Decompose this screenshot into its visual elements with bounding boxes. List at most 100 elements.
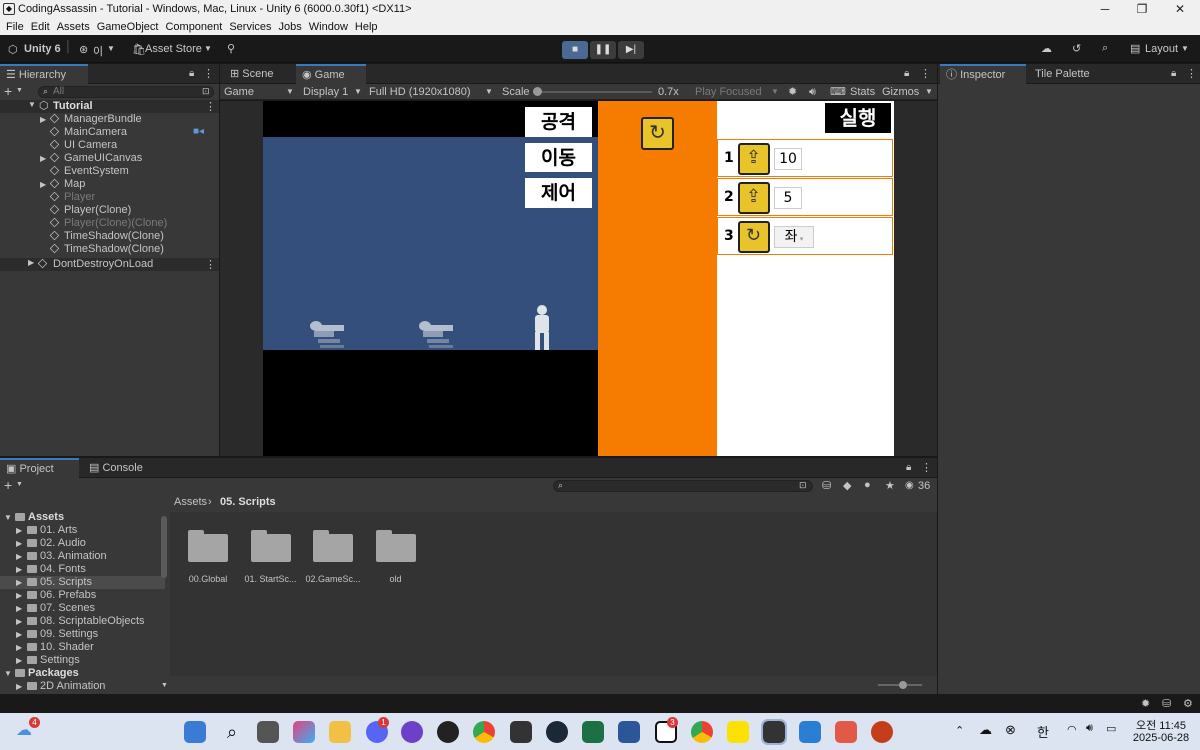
lock-icon[interactable]: 🔒︎ bbox=[189, 68, 194, 79]
history-icon[interactable]: ↺ bbox=[1072, 42, 1081, 55]
kakaotalk-icon[interactable] bbox=[727, 721, 749, 743]
project-tree-item[interactable]: ▶ 08. ScriptableObjects bbox=[0, 615, 165, 628]
folder-icon[interactable] bbox=[250, 530, 291, 564]
folder-icon[interactable] bbox=[313, 530, 353, 564]
chevron-right-icon[interactable]: ▶ bbox=[28, 258, 34, 267]
menu-window[interactable]: Window bbox=[309, 19, 348, 35]
favorite-icon[interactable]: ★ bbox=[885, 479, 895, 492]
turn-command-icon[interactable]: ↻ bbox=[641, 117, 674, 150]
hierarchy-item[interactable]: ▶ GameUICanvas bbox=[0, 152, 219, 165]
project-tree-item[interactable]: ▶ 03. Animation bbox=[0, 550, 165, 563]
add-icon[interactable]: + bbox=[4, 478, 12, 492]
run-button[interactable]: 실행 bbox=[825, 103, 891, 133]
dontdestroy-row[interactable]: ▶ DontDestroyOnLoad ⋮ bbox=[0, 258, 219, 271]
project-tree-item[interactable]: ▶ 06. Prefabs bbox=[0, 589, 165, 602]
chevron-right-icon[interactable]: ▶ bbox=[16, 602, 22, 615]
project-tree-item[interactable]: ▶ 05. Scripts bbox=[0, 576, 165, 589]
more-icon[interactable]: ⋮ bbox=[920, 67, 931, 80]
more-icon[interactable]: ⋮ bbox=[205, 100, 216, 113]
folder-icon[interactable] bbox=[188, 530, 228, 564]
folder-name[interactable]: 02.GameSc... bbox=[298, 574, 368, 584]
search-filter-icon[interactable]: ⊡ bbox=[799, 480, 807, 491]
lock-icon[interactable]: 🔒︎ bbox=[904, 68, 909, 79]
slot-value-input[interactable]: 10 bbox=[774, 148, 802, 170]
hierarchy-search-input[interactable]: ⌕ All ⊡ bbox=[38, 86, 214, 98]
project-tree-item[interactable]: ▶ 09. Settings bbox=[0, 628, 165, 641]
hierarchy-item[interactable]: ▶ Map bbox=[0, 178, 219, 191]
chevron-right-icon[interactable]: ▶ bbox=[40, 152, 46, 165]
search-icon[interactable]: ⌕ bbox=[221, 721, 243, 743]
hierarchy-item[interactable]: UI Camera bbox=[0, 139, 219, 152]
account-dropdown[interactable]: 이 bbox=[93, 43, 103, 59]
layout-dropdown[interactable]: Layout bbox=[1145, 43, 1178, 55]
hierarchy-item[interactable]: TimeShadow(Clone) bbox=[0, 230, 219, 243]
chevron-down-icon[interactable]: ▼ bbox=[4, 511, 12, 524]
project-search-input[interactable]: ⌕ ⊡ bbox=[553, 480, 813, 492]
game-mode-dropdown[interactable]: Game bbox=[224, 85, 254, 99]
chevron-right-icon[interactable]: ▶ bbox=[16, 615, 22, 628]
chevron-down-icon[interactable]: ▼ bbox=[161, 682, 168, 689]
menu-file[interactable]: File bbox=[6, 19, 24, 35]
gizmos-button[interactable]: Gizmos bbox=[882, 85, 919, 99]
hierarchy-item[interactable]: EventSystem bbox=[0, 165, 219, 178]
scale-slider-handle[interactable] bbox=[533, 87, 542, 96]
menu-jobs[interactable]: Jobs bbox=[279, 19, 302, 35]
chevron-right-icon[interactable]: ▶ bbox=[16, 589, 22, 602]
tab-tile-palette[interactable]: Tile Palette bbox=[1029, 64, 1109, 84]
chevron-right-icon[interactable]: ▶ bbox=[16, 550, 22, 563]
stats-button[interactable]: Stats bbox=[850, 85, 875, 99]
hierarchy-item[interactable]: ▶ ManagerBundle bbox=[0, 113, 219, 126]
asset-store-button[interactable]: Asset Store bbox=[145, 43, 202, 55]
keyboard-icon[interactable]: ⌨ bbox=[830, 85, 846, 99]
add-icon[interactable]: + bbox=[4, 84, 12, 98]
tab-hierarchy[interactable]: ☰ Hierarchy bbox=[0, 64, 88, 84]
project-tree-item[interactable]: ▶ Settings bbox=[0, 654, 165, 667]
chevron-right-icon[interactable]: ▶ bbox=[16, 680, 22, 693]
wifi-icon[interactable]: ◠ bbox=[1067, 723, 1077, 736]
snipping-tool-icon[interactable] bbox=[835, 721, 857, 743]
menu-gameobject[interactable]: GameObject bbox=[97, 19, 159, 35]
chevron-right-icon[interactable]: ▶ bbox=[16, 563, 22, 576]
tab-inspector[interactable]: ⓘ Inspector bbox=[940, 64, 1026, 84]
menu-edit[interactable]: Edit bbox=[31, 19, 50, 35]
unity-hub-icon[interactable] bbox=[510, 721, 532, 743]
folder-icon[interactable] bbox=[375, 530, 416, 564]
chevron-down-icon[interactable]: ▼ bbox=[4, 667, 12, 680]
bug-icon[interactable]: ✹ bbox=[1141, 697, 1150, 710]
task-view-icon[interactable] bbox=[257, 721, 279, 743]
close-button[interactable]: ✕ bbox=[1170, 2, 1190, 16]
command-slot[interactable]: 2 ⇪ 5 bbox=[717, 178, 893, 216]
scene-row[interactable]: ▼ ⬡ Tutorial ⋮ bbox=[0, 100, 219, 113]
tab-console[interactable]: ▤ Console bbox=[83, 458, 153, 478]
hierarchy-item[interactable]: Player(Clone) bbox=[0, 204, 219, 217]
project-tree-item[interactable]: ▼ Packages bbox=[0, 667, 165, 680]
hierarchy-item[interactable]: TimeShadow(Clone) bbox=[0, 243, 219, 256]
project-tree-item[interactable]: ▶ 10. Shader bbox=[0, 641, 165, 654]
hierarchy-item[interactable]: Player bbox=[0, 191, 219, 204]
powerpoint-icon[interactable] bbox=[871, 721, 893, 743]
lock-icon[interactable]: 🔒︎ bbox=[1171, 68, 1176, 79]
icon-size-slider-handle[interactable] bbox=[899, 681, 907, 689]
steam-icon[interactable] bbox=[546, 721, 568, 743]
close-circle-icon[interactable]: ⊗ bbox=[1005, 722, 1016, 738]
bug-icon[interactable]: ✹ bbox=[788, 85, 797, 99]
chrome-icon[interactable] bbox=[473, 721, 495, 743]
step-button[interactable]: ▶| bbox=[618, 41, 644, 59]
notepad-icon[interactable] bbox=[799, 721, 821, 743]
cloud-icon[interactable]: ☁ bbox=[1041, 42, 1052, 55]
tree-scrollbar[interactable] bbox=[161, 516, 167, 578]
onedrive-icon[interactable]: ☁ bbox=[979, 722, 992, 738]
search-filter-icon[interactable]: ⊡ bbox=[202, 86, 210, 97]
file-explorer-icon[interactable] bbox=[329, 721, 351, 743]
more-icon[interactable]: ⋮ bbox=[203, 67, 214, 80]
scale-slider[interactable] bbox=[534, 91, 652, 93]
unity-version-label[interactable]: Unity 6 bbox=[24, 43, 61, 55]
chevron-right-icon[interactable]: ▶ bbox=[40, 178, 46, 191]
restore-button[interactable]: ❐ bbox=[1132, 2, 1152, 16]
breadcrumb-assets[interactable]: Assets bbox=[174, 496, 207, 508]
battery-icon[interactable]: ▭ bbox=[1106, 722, 1116, 735]
clock-date[interactable]: 2025-06-28 bbox=[1131, 732, 1191, 744]
lock-icon[interactable]: 🔒︎ bbox=[906, 462, 911, 473]
project-tree-item[interactable]: ▼ Assets bbox=[0, 511, 165, 524]
cloud-account-icon[interactable]: ⊛ bbox=[79, 43, 88, 56]
